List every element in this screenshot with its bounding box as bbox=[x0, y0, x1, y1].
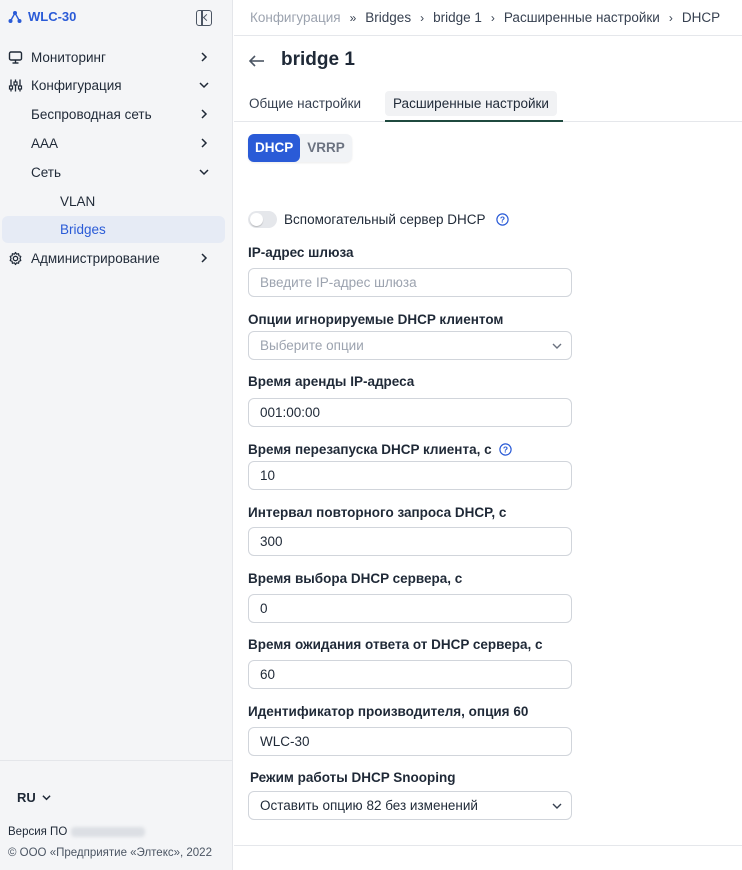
breadcrumb-advanced[interactable]: Расширенные настройки bbox=[504, 10, 660, 25]
sidebar-item-bridges[interactable]: Bridges bbox=[2, 216, 225, 243]
restart-time-input[interactable]: 10 bbox=[248, 461, 572, 490]
language-label: RU bbox=[17, 790, 36, 805]
breadcrumb-configuration[interactable]: Конфигурация bbox=[250, 10, 341, 25]
sidebar-item-network[interactable]: Сеть bbox=[2, 159, 225, 186]
app-title: WLC-30 bbox=[28, 9, 77, 24]
page-title: bridge 1 bbox=[281, 49, 355, 70]
server-select-time-input[interactable]: 0 bbox=[248, 594, 572, 623]
chevron-right-icon: › bbox=[490, 10, 495, 25]
chevron-down-icon bbox=[199, 169, 209, 176]
tab-advanced-settings[interactable]: Расширенные настройки bbox=[385, 91, 557, 116]
sidebar-item-wireless[interactable]: Беспроводная сеть bbox=[2, 101, 225, 128]
copyright: © ООО «Предприятие «Элтекс», 2022 bbox=[8, 847, 212, 859]
chevron-right-icon: › bbox=[420, 10, 425, 25]
retry-interval-label: Интервал повторного запроса DHCP, с bbox=[248, 505, 507, 520]
server-timeout-label: Время ожидания ответа от DHCP сервера, с bbox=[248, 637, 543, 652]
sidebar-item-label: Сеть bbox=[31, 165, 62, 180]
vendor-id-input[interactable]: WLC-30 bbox=[248, 727, 572, 756]
software-version: Версия ПО bbox=[8, 826, 146, 838]
active-tab-indicator bbox=[385, 120, 563, 122]
gateway-input[interactable] bbox=[260, 269, 560, 296]
restart-time-label-text: Время перезапуска DHCP клиента, с bbox=[248, 442, 492, 457]
dhcp-relay-toggle[interactable] bbox=[248, 211, 277, 228]
gateway-label: IP-адрес шлюза bbox=[248, 245, 354, 260]
sidebar-item-label: VLAN bbox=[60, 194, 96, 209]
breadcrumb: Конфигурация » Bridges › bridge 1 › Расш… bbox=[250, 10, 720, 25]
chevron-down-icon bbox=[552, 803, 562, 809]
collapse-sidebar-icon[interactable] bbox=[196, 10, 212, 26]
back-arrow-icon[interactable] bbox=[248, 52, 266, 70]
segment-vrrp[interactable]: VRRP bbox=[300, 134, 352, 162]
sidebar-item-administration[interactable]: Администрирование bbox=[2, 245, 225, 272]
gateway-field[interactable] bbox=[248, 268, 572, 297]
sidebar-item-vlan[interactable]: VLAN bbox=[2, 188, 225, 215]
version-value-redacted bbox=[71, 827, 146, 837]
segment-dhcp[interactable]: DHCP bbox=[248, 134, 301, 162]
footer-divider bbox=[234, 845, 742, 846]
chevron-right-icon bbox=[201, 253, 208, 263]
sliders-icon bbox=[8, 79, 23, 92]
vendor-id-label: Идентификатор производителя, опция 60 bbox=[248, 704, 529, 719]
monitor-icon bbox=[8, 51, 23, 64]
dhcp-relay-row: Вспомогательный сервер DHCP ? bbox=[248, 211, 510, 228]
snooping-mode-select[interactable]: Оставить опцию 82 без изменений bbox=[248, 791, 572, 820]
breadcrumb-bridges[interactable]: Bridges bbox=[365, 10, 411, 25]
sidebar-item-label: Конфигурация bbox=[31, 78, 122, 93]
gear-icon bbox=[9, 251, 22, 266]
chevron-right-icon bbox=[201, 52, 208, 62]
sidebar-item-aaa[interactable]: AAA bbox=[2, 130, 225, 157]
version-label: Версия ПО bbox=[8, 826, 68, 838]
sidebar-item-label: Беспроводная сеть bbox=[31, 107, 152, 122]
chevron-down-icon bbox=[42, 795, 51, 801]
dhcp-relay-label: Вспомогательный сервер DHCP bbox=[284, 212, 486, 227]
lease-time-label: Время аренды IP-адреса bbox=[248, 374, 415, 389]
chevron-right-icon: › bbox=[668, 10, 673, 25]
breadcrumb-bridge[interactable]: bridge 1 bbox=[433, 10, 482, 25]
svg-text:?: ? bbox=[500, 215, 505, 225]
logo-icon bbox=[8, 10, 22, 23]
chevron-down-icon bbox=[552, 343, 562, 349]
ignored-options-label: Опции игнорируемые DHCP клиентом bbox=[248, 312, 504, 327]
server-timeout-input[interactable]: 60 bbox=[248, 660, 572, 689]
sidebar: WLC-30 Мониторинг Конфигурация Беспровод… bbox=[0, 0, 233, 870]
chevron-right-icon bbox=[201, 138, 208, 148]
snooping-mode-label: Режим работы DHCP Snooping bbox=[250, 770, 456, 785]
chevron-right-icon bbox=[201, 109, 208, 119]
sidebar-item-configuration[interactable]: Конфигурация bbox=[2, 72, 225, 99]
server-select-time-label: Время выбора DHCP сервера, с bbox=[248, 571, 463, 586]
app-brand[interactable]: WLC-30 bbox=[8, 9, 76, 24]
chevron-down-icon bbox=[199, 82, 209, 89]
sidebar-item-label: Мониторинг bbox=[31, 50, 106, 65]
svg-text:?: ? bbox=[502, 445, 507, 455]
ignored-options-placeholder: Выберите опции bbox=[260, 338, 364, 353]
tab-bar: Общие настройки Расширенные настройки bbox=[234, 88, 742, 122]
ignored-options-select[interactable]: Выберите опции bbox=[248, 331, 572, 360]
protocol-segmented-control: DHCP VRRP bbox=[248, 134, 352, 162]
lease-time-input[interactable]: 001:00:00 bbox=[248, 398, 572, 427]
language-selector[interactable]: RU bbox=[17, 790, 51, 805]
double-chevron-icon: » bbox=[349, 10, 357, 25]
sidebar-item-monitoring[interactable]: Мониторинг bbox=[2, 44, 225, 71]
snooping-mode-value: Оставить опцию 82 без изменений bbox=[260, 798, 478, 813]
breadcrumb-dhcp: DHCP bbox=[681, 10, 721, 25]
help-icon[interactable]: ? bbox=[496, 213, 510, 226]
sidebar-item-label: Администрирование bbox=[31, 251, 160, 266]
sidebar-item-label: AAA bbox=[31, 136, 59, 151]
sidebar-divider bbox=[0, 760, 233, 761]
help-icon[interactable]: ? bbox=[498, 443, 512, 456]
retry-interval-input[interactable]: 300 bbox=[248, 527, 572, 556]
header-divider bbox=[234, 35, 742, 36]
tab-general-settings[interactable]: Общие настройки bbox=[241, 91, 369, 116]
restart-time-label: Время перезапуска DHCP клиента, с ? bbox=[248, 442, 512, 457]
sidebar-item-label: Bridges bbox=[60, 222, 106, 237]
